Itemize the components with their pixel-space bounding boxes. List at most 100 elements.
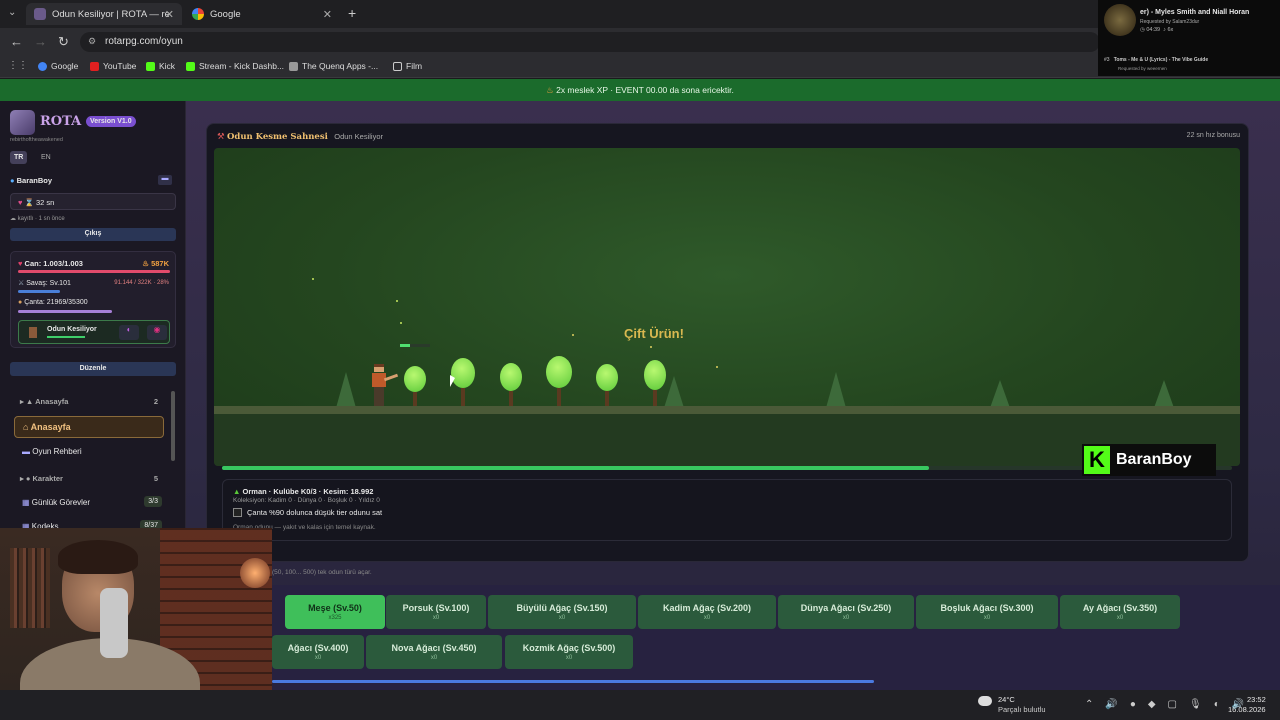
microphone xyxy=(100,588,128,658)
stop-button[interactable]: ◉ xyxy=(147,325,167,340)
tab-google[interactable]: Google ✕ xyxy=(184,3,340,25)
globe-icon: ● xyxy=(10,176,15,185)
tree-button-label: Ay Ağacı (Sv.350) xyxy=(1082,603,1158,613)
tree-button[interactable]: Nova Ağacı (Sv.450) x0 xyxy=(366,635,502,669)
heart-icon: ♥ xyxy=(18,198,23,207)
info-box: ▲ Orman · Kulübe K0/3 · Kesim: 18.992 Ko… xyxy=(222,479,1232,541)
mail-icon[interactable]: ▬ xyxy=(158,175,172,185)
reload-icon[interactable]: ↻ xyxy=(58,34,69,50)
particle xyxy=(572,334,574,336)
nav-item-oyun-rehberi[interactable]: ▬ Oyun Rehberi xyxy=(22,447,82,456)
potion-button[interactable]: ◐ xyxy=(119,325,139,340)
ground xyxy=(214,406,1240,414)
bookmarks-bar: ⋮⋮ Google YouTube Kick Stream - Kick Das… xyxy=(0,56,1280,78)
sell-checkbox[interactable] xyxy=(233,508,242,517)
tree-button[interactable]: Porsuk (Sv.100) x0 xyxy=(386,595,486,629)
nav-item-anasayfa[interactable]: ⌂ Anasayfa xyxy=(14,416,164,438)
timer-box: ♥ ⌛ 32 sn xyxy=(10,193,176,210)
taskbar: 24°C Parçalı bulutlu ⌃🔊●◆▢🎙◐🔊 23:52 16.0… xyxy=(0,690,1280,720)
google-favicon-icon xyxy=(192,8,204,20)
bookmark-quenq[interactable]: The Quenq Apps -... xyxy=(289,61,378,71)
tree-button[interactable]: Kozmik Ağaç (Sv.500) x0 xyxy=(505,635,633,669)
version-badge: Version V1.0 xyxy=(86,116,136,127)
tree[interactable] xyxy=(404,366,428,406)
woodcut-scene[interactable]: Çift Ürün! xyxy=(214,148,1240,466)
tree-trunk xyxy=(461,388,465,406)
tree-trunk xyxy=(557,388,561,406)
axe-icon: ⚒ xyxy=(217,131,225,141)
bookmark-stream-kick[interactable]: Stream - Kick Dashb... xyxy=(186,61,284,71)
tab-title: Google xyxy=(210,8,241,20)
streamer-name: BaranBoy xyxy=(1116,451,1192,468)
bag-icon: ● xyxy=(18,299,23,306)
nav-group-count: 2 xyxy=(153,397,158,406)
address-bar-row: ← → ↻ ⚙ rotarpg.com/oyun xyxy=(0,28,1280,56)
particle xyxy=(312,278,314,280)
queue-item: #3 Toms - Me & U (Lyrics) - The Vibe Gui… xyxy=(1104,57,1208,63)
arm xyxy=(383,373,399,382)
nav-group-karakter[interactable]: ▸ ● Karakter 5 xyxy=(20,474,162,483)
sidebar-scrollbar[interactable] xyxy=(171,391,175,461)
tree[interactable] xyxy=(644,360,668,406)
save-status-text: kayıtlı · 1 sn önce xyxy=(17,216,65,222)
tree[interactable] xyxy=(500,363,524,406)
weather-desc: Parçalı bulutlu xyxy=(998,705,1046,714)
edit-button[interactable]: Düzenle xyxy=(10,362,176,376)
event-banner: ♨ 2x meslek XP · EVENT 00.00 da sona eri… xyxy=(0,79,1280,101)
home-icon: ⌂ xyxy=(23,422,29,432)
clock-time: 23:52 xyxy=(1247,695,1266,704)
activity-box[interactable]: Odun Kesiliyor ◐ ◉ xyxy=(18,320,170,344)
bookmark-youtube[interactable]: YouTube xyxy=(90,61,136,71)
tree-icon: ▲ xyxy=(233,487,241,496)
back-icon[interactable]: ← xyxy=(10,34,23,49)
home-icon: ▲ xyxy=(25,397,34,406)
new-tab-icon[interactable]: + xyxy=(348,5,356,21)
particle xyxy=(400,322,402,324)
tree-button[interactable]: Ağacı (Sv.400) x0 xyxy=(272,635,364,669)
tree[interactable] xyxy=(546,356,574,406)
bookmark-film-folder[interactable]: Film xyxy=(393,61,422,71)
nav-group-label: Anasayfa xyxy=(35,397,69,406)
play-count: 6x xyxy=(1167,27,1174,33)
tree-scrollbar[interactable] xyxy=(272,680,874,683)
sell-checkbox-row[interactable]: Çanta %90 dolunca düşük tier odunu sat xyxy=(233,508,382,517)
site-info-icon[interactable]: ⚙ xyxy=(88,36,96,47)
tree[interactable] xyxy=(596,364,620,406)
hp-text: Can: 1.003/1.003 xyxy=(24,259,83,268)
tree-crown xyxy=(404,366,426,392)
url-text: rotarpg.com/oyun xyxy=(105,36,183,47)
tree-crown xyxy=(596,364,618,391)
tree-button[interactable]: Boşluk Ağacı (Sv.300) x0 xyxy=(916,595,1058,629)
tree-button-label: Meşe (Sv.50) xyxy=(308,603,362,613)
forward-icon[interactable]: → xyxy=(34,34,47,49)
panel-title: Odun Kesme Sahnesi xyxy=(227,132,328,142)
tree-trunk xyxy=(509,391,513,406)
tree-button[interactable]: Kadim Ağaç (Sv.200) x0 xyxy=(638,595,776,629)
lang-en-button[interactable]: EN xyxy=(41,151,51,164)
close-tab-icon[interactable]: ✕ xyxy=(323,8,332,21)
tab-rota[interactable]: Odun Kesiliyor | ROTA — re ✕ xyxy=(26,3,182,25)
combat-xp: 91.144 / 322K · 28% xyxy=(114,280,169,286)
url-input[interactable]: ⚙ rotarpg.com/oyun xyxy=(80,32,1100,52)
bookmark-google[interactable]: Google xyxy=(38,61,78,71)
info-collection: Koleksiyon: Kadim 0 · Dünya 0 · Boşluk 0… xyxy=(233,497,380,504)
tab-list-button[interactable]: ⌄ xyxy=(8,7,16,18)
close-tab-icon[interactable]: ✕ xyxy=(165,8,174,21)
tree-button[interactable]: Büyülü Ağaç (Sv.150) x0 xyxy=(488,595,636,629)
requested-by: Requested by Salam23dur xyxy=(1140,19,1200,25)
tree-button[interactable]: Meşe (Sv.50) x325 xyxy=(285,595,385,629)
lang-tr-button[interactable]: TR xyxy=(10,151,28,164)
bookmark-kick[interactable]: Kick xyxy=(146,61,175,71)
flame-icon: ♨ xyxy=(546,85,554,95)
chop-progress-fill xyxy=(222,466,929,470)
bag-row: ● Çanta: 21969/35300 xyxy=(18,299,88,306)
nav-item-gunluk-gorevler[interactable]: ▦ Günlük Görevler 3/3 xyxy=(22,496,162,507)
apps-grid-icon[interactable]: ⋮⋮ xyxy=(8,60,28,71)
nav-group-anasayfa[interactable]: ▸ ▲ Anasayfa 2 xyxy=(20,397,162,406)
music-meta: ◷ 04:39 ♪ 6x xyxy=(1140,27,1174,33)
log-icon xyxy=(29,327,37,338)
logout-button[interactable]: Çıkış xyxy=(10,228,176,241)
brand-title: ROTA xyxy=(40,114,82,129)
tree-button[interactable]: Dünya Ağacı (Sv.250) x0 xyxy=(778,595,914,629)
tree-button[interactable]: Ay Ağacı (Sv.350) x0 xyxy=(1060,595,1180,629)
